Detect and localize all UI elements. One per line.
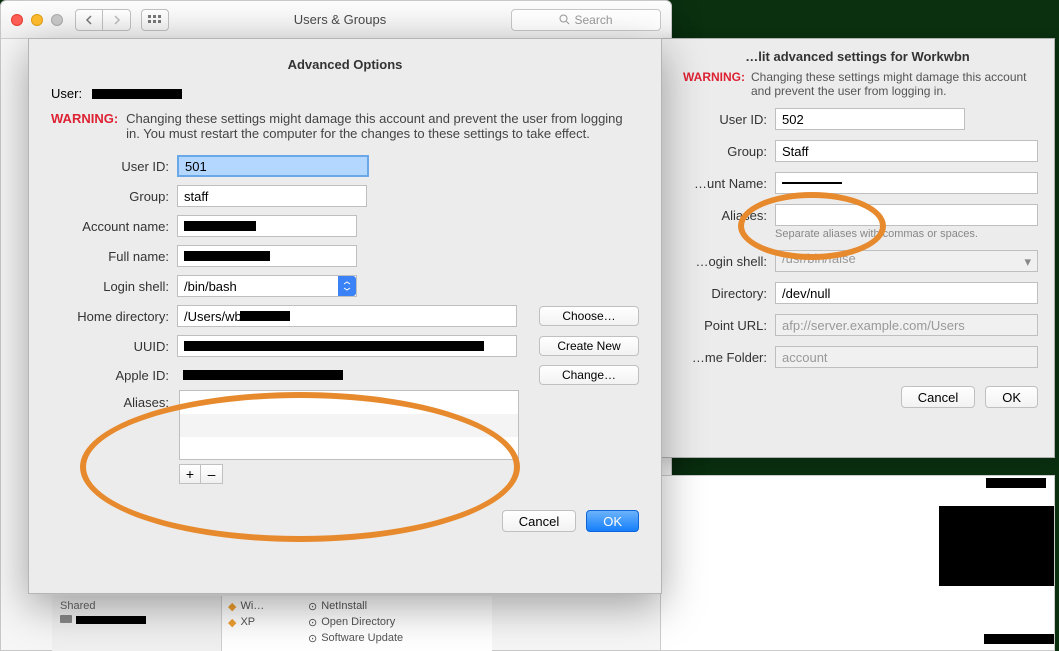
minimize-window-icon[interactable] bbox=[31, 14, 43, 26]
warning-label: WARNING: bbox=[51, 111, 118, 141]
vm-column: ◆Wi… ◆XP bbox=[222, 596, 302, 651]
group-field[interactable] bbox=[177, 185, 367, 207]
search-icon bbox=[559, 14, 570, 25]
advanced-options-modal: Advanced Options User: WARNING: Changing… bbox=[28, 38, 662, 594]
home-dir-field[interactable]: /Users/wb bbox=[177, 305, 517, 327]
aliases-hint: Separate aliases with commas or spaces. bbox=[775, 228, 1038, 240]
list-item[interactable] bbox=[180, 391, 518, 414]
server-advanced-settings-window: …lit advanced settings for Workwbn WARNI… bbox=[660, 38, 1055, 458]
account-name-label: …unt Name: bbox=[677, 176, 767, 191]
right-title: …lit advanced settings for Workwbn bbox=[677, 49, 1038, 64]
nav-buttons bbox=[75, 9, 131, 31]
vm-item[interactable]: ◆XP bbox=[228, 614, 296, 630]
user-label: User: bbox=[51, 86, 82, 101]
forward-button[interactable] bbox=[103, 9, 131, 31]
home-folder-field[interactable] bbox=[775, 346, 1038, 368]
apple-id-value bbox=[177, 370, 517, 380]
show-all-button[interactable] bbox=[141, 9, 169, 31]
create-new-button[interactable]: Create New bbox=[539, 336, 639, 356]
user-id-field[interactable] bbox=[177, 155, 369, 177]
remove-alias-button[interactable]: – bbox=[201, 464, 223, 484]
change-button[interactable]: Change… bbox=[539, 365, 639, 385]
point-url-label: Point URL: bbox=[677, 318, 767, 333]
group-field[interactable] bbox=[775, 140, 1038, 162]
list-item[interactable] bbox=[180, 414, 518, 437]
account-name-field[interactable] bbox=[177, 215, 357, 237]
window-controls bbox=[11, 14, 63, 26]
right-warning: WARNING: Changing these settings might d… bbox=[677, 70, 1038, 98]
ok-button[interactable]: OK bbox=[985, 386, 1038, 408]
account-name-field[interactable] bbox=[775, 172, 1038, 194]
login-shell-select[interactable]: /bin/bash bbox=[177, 275, 357, 297]
search-placeholder: Search bbox=[574, 13, 612, 27]
service-item[interactable]: ⊙NetInstall bbox=[308, 598, 486, 614]
service-item[interactable]: ⊙Open Directory bbox=[308, 614, 486, 630]
point-url-field[interactable] bbox=[775, 314, 1038, 336]
back-button[interactable] bbox=[75, 9, 103, 31]
services-column: ⊙NetInstall ⊙Open Directory ⊙Software Up… bbox=[302, 596, 492, 651]
uuid-label: UUID: bbox=[51, 339, 169, 354]
bg-content-peek: Shared ◆Wi… ◆XP ⊙NetInstall ⊙Open Direct… bbox=[52, 596, 492, 651]
zoom-window-icon bbox=[51, 14, 63, 26]
aliases-label: Aliases: bbox=[51, 395, 169, 410]
add-alias-button[interactable]: + bbox=[179, 464, 201, 484]
user-id-field[interactable] bbox=[775, 108, 965, 130]
group-label: Group: bbox=[677, 144, 767, 159]
apple-id-label: Apple ID: bbox=[51, 368, 169, 383]
user-id-label: User ID: bbox=[51, 159, 169, 174]
group-label: Group: bbox=[51, 189, 169, 204]
aliases-list[interactable] bbox=[179, 390, 519, 460]
cancel-button[interactable]: Cancel bbox=[901, 386, 975, 408]
sidebar-section-shared: Shared bbox=[60, 600, 213, 612]
chevron-down-icon bbox=[338, 276, 356, 296]
full-name-field[interactable] bbox=[177, 245, 357, 267]
directory-field[interactable] bbox=[775, 282, 1038, 304]
cancel-button[interactable]: Cancel bbox=[502, 510, 576, 532]
aliases-label: Aliases: bbox=[677, 208, 767, 223]
home-dir-label: Home directory: bbox=[51, 309, 169, 324]
sidebar-item[interactable] bbox=[60, 612, 213, 628]
titlebar: Users & Groups Search bbox=[1, 1, 671, 39]
list-item[interactable] bbox=[180, 437, 518, 460]
uuid-field[interactable] bbox=[177, 335, 517, 357]
login-shell-label: …ogin shell: bbox=[677, 254, 767, 269]
sidebar-peek: Shared bbox=[52, 596, 222, 651]
home-folder-label: …me Folder: bbox=[677, 350, 767, 365]
vm-item[interactable]: ◆Wi… bbox=[228, 598, 296, 614]
user-value-redacted bbox=[92, 89, 182, 99]
window-title: Users & Groups bbox=[169, 12, 511, 27]
account-name-label: Account name: bbox=[51, 219, 169, 234]
user-id-label: User ID: bbox=[677, 112, 767, 127]
directory-label: Directory: bbox=[677, 286, 767, 301]
warning-label: WARNING: bbox=[677, 70, 745, 98]
login-shell-label: Login shell: bbox=[51, 279, 169, 294]
login-shell-select[interactable]: /usr/bin/false▾ bbox=[775, 250, 1038, 272]
choose-button[interactable]: Choose… bbox=[539, 306, 639, 326]
modal-warning: WARNING: Changing these settings might d… bbox=[51, 111, 639, 141]
ok-button[interactable]: OK bbox=[586, 510, 639, 532]
warning-text: Changing these settings might damage thi… bbox=[126, 111, 639, 141]
warning-text: Changing these settings might damage thi… bbox=[751, 70, 1038, 98]
modal-title: Advanced Options bbox=[51, 57, 639, 72]
search-input[interactable]: Search bbox=[511, 9, 661, 31]
aliases-field[interactable] bbox=[775, 204, 1038, 226]
close-window-icon[interactable] bbox=[11, 14, 23, 26]
full-name-label: Full name: bbox=[51, 249, 169, 264]
right-fragment bbox=[660, 475, 1055, 651]
service-item[interactable]: ⊙Software Update bbox=[308, 630, 486, 646]
